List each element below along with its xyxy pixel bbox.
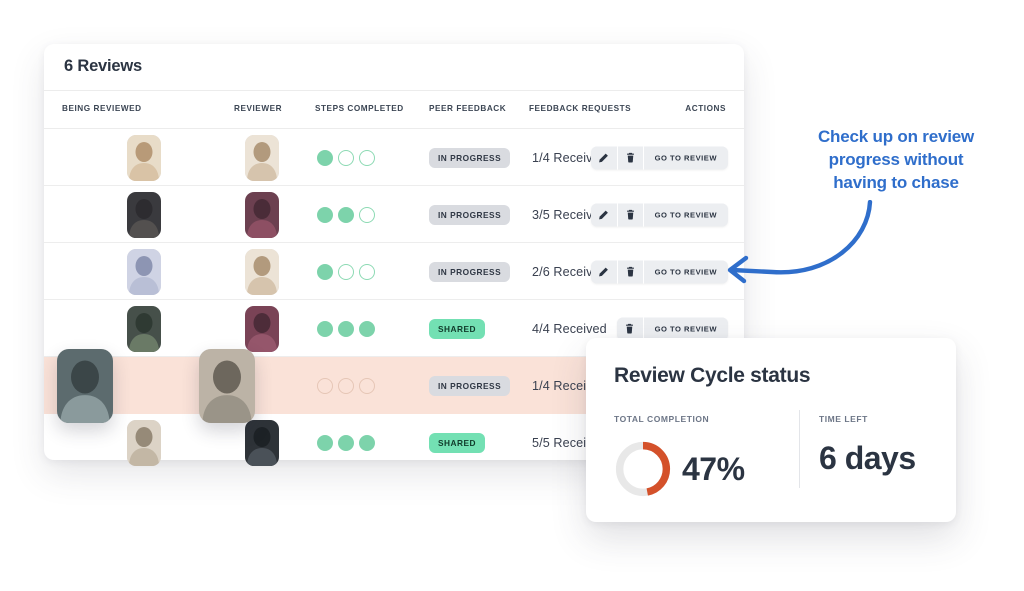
screenshot-stage: 6 Reviews BEING REVIEWED REVIEWER STEPS … bbox=[0, 0, 1024, 591]
step-dot-filled bbox=[317, 149, 333, 166]
trash-icon[interactable] bbox=[616, 203, 643, 226]
time-left-label: TIME LEFT bbox=[819, 414, 868, 424]
table-header-row: BEING REVIEWED REVIEWER STEPS COMPLETED … bbox=[44, 90, 744, 129]
step-dot-filled bbox=[338, 434, 354, 451]
step-dot-filled bbox=[317, 206, 333, 223]
trash-icon[interactable] bbox=[616, 146, 643, 169]
go-to-review-button[interactable]: GO TO REVIEW bbox=[642, 146, 728, 169]
step-dot-filled bbox=[317, 320, 333, 337]
step-dot-empty bbox=[338, 263, 354, 280]
step-dot-filled bbox=[359, 320, 375, 337]
step-dot-filled bbox=[359, 434, 375, 451]
annotation-callout: Check up on review progress without havi… bbox=[778, 126, 1014, 195]
avatar-reviewer bbox=[245, 134, 279, 181]
table-row[interactable]: IN PROGRESS 2/6 Received GO TO REVIEW bbox=[44, 243, 744, 300]
avatar-being-reviewed bbox=[127, 248, 161, 295]
step-dot-empty bbox=[359, 377, 375, 394]
avatar-being-reviewed bbox=[127, 419, 161, 466]
column-header-being-reviewed: BEING REVIEWED bbox=[62, 104, 142, 113]
annotation-line-2: progress without bbox=[828, 149, 964, 169]
annotation-arrow-icon bbox=[727, 200, 873, 284]
edit-icon[interactable] bbox=[590, 260, 617, 283]
status-card-title: Review Cycle status bbox=[614, 364, 811, 387]
time-left-stat: TIME LEFT 6 days bbox=[819, 414, 916, 477]
avatar-reviewer bbox=[199, 348, 255, 423]
annotation-line-1: Check up on review bbox=[817, 127, 975, 146]
completion-donut-chart bbox=[615, 441, 671, 497]
column-header-actions: ACTIONS bbox=[685, 104, 726, 113]
step-dot-filled bbox=[317, 263, 333, 280]
column-header-steps-completed: STEPS COMPLETED bbox=[315, 104, 404, 113]
stat-divider bbox=[799, 410, 800, 488]
steps-completed-dots bbox=[317, 206, 375, 223]
row-actions: GO TO REVIEW bbox=[590, 146, 728, 169]
page-title: 6 Reviews bbox=[64, 57, 143, 75]
step-dot-filled bbox=[317, 434, 333, 451]
avatar-reviewer bbox=[245, 191, 279, 238]
step-dot-empty bbox=[359, 149, 375, 166]
steps-completed-dots bbox=[317, 263, 375, 280]
edit-icon[interactable] bbox=[590, 203, 617, 226]
annotation-line-3: having to chase bbox=[833, 172, 959, 192]
avatar-being-reviewed bbox=[127, 191, 161, 238]
column-header-reviewer: REVIEWER bbox=[234, 104, 283, 113]
trash-icon[interactable] bbox=[616, 260, 643, 283]
row-actions: GO TO REVIEW bbox=[616, 317, 728, 340]
column-header-feedback-requests: FEEDBACK REQUESTS bbox=[529, 104, 632, 113]
step-dot-empty bbox=[317, 377, 333, 394]
avatar-being-reviewed bbox=[127, 134, 161, 181]
table-row[interactable]: IN PROGRESS 3/5 Received GO TO REVIEW bbox=[44, 186, 744, 243]
step-dot-filled bbox=[338, 320, 354, 337]
avatar-reviewer bbox=[245, 419, 279, 466]
steps-completed-dots bbox=[317, 149, 375, 166]
step-dot-empty bbox=[359, 206, 375, 223]
steps-completed-dots bbox=[317, 377, 375, 394]
avatar-being-reviewed bbox=[127, 305, 161, 352]
go-to-review-button[interactable]: GO TO REVIEW bbox=[642, 317, 728, 340]
avatar-reviewer bbox=[245, 248, 279, 295]
edit-icon[interactable] bbox=[590, 146, 617, 169]
step-dot-empty bbox=[359, 263, 375, 280]
step-dot-filled bbox=[338, 206, 354, 223]
completion-percent-value: 47% bbox=[682, 450, 745, 487]
time-left-value: 6 days bbox=[819, 440, 916, 476]
table-row[interactable]: IN PROGRESS 1/4 Received GO TO REVIEW bbox=[44, 129, 744, 186]
steps-completed-dots bbox=[317, 434, 375, 451]
feedback-requests-value: 4/4 Received bbox=[532, 321, 607, 336]
step-dot-empty bbox=[338, 377, 354, 394]
status-badge: IN PROGRESS bbox=[429, 375, 511, 396]
avatar-reviewer bbox=[245, 305, 279, 352]
status-badge: IN PROGRESS bbox=[429, 261, 511, 282]
column-header-peer-feedback: PEER FEEDBACK bbox=[429, 104, 507, 113]
steps-completed-dots bbox=[317, 320, 375, 337]
status-badge: SHARED bbox=[429, 318, 486, 339]
step-dot-empty bbox=[338, 149, 354, 166]
status-badge: IN PROGRESS bbox=[429, 204, 511, 225]
status-badge: SHARED bbox=[429, 432, 486, 453]
total-completion-label: TOTAL COMPLETION bbox=[614, 414, 710, 424]
status-badge: IN PROGRESS bbox=[429, 147, 511, 168]
total-completion-stat: TOTAL COMPLETION 47% bbox=[614, 414, 745, 498]
trash-icon[interactable] bbox=[616, 317, 643, 340]
avatar-being-reviewed bbox=[57, 348, 113, 423]
review-cycle-status-card: Review Cycle status TOTAL COMPLETION 47%… bbox=[586, 338, 956, 522]
